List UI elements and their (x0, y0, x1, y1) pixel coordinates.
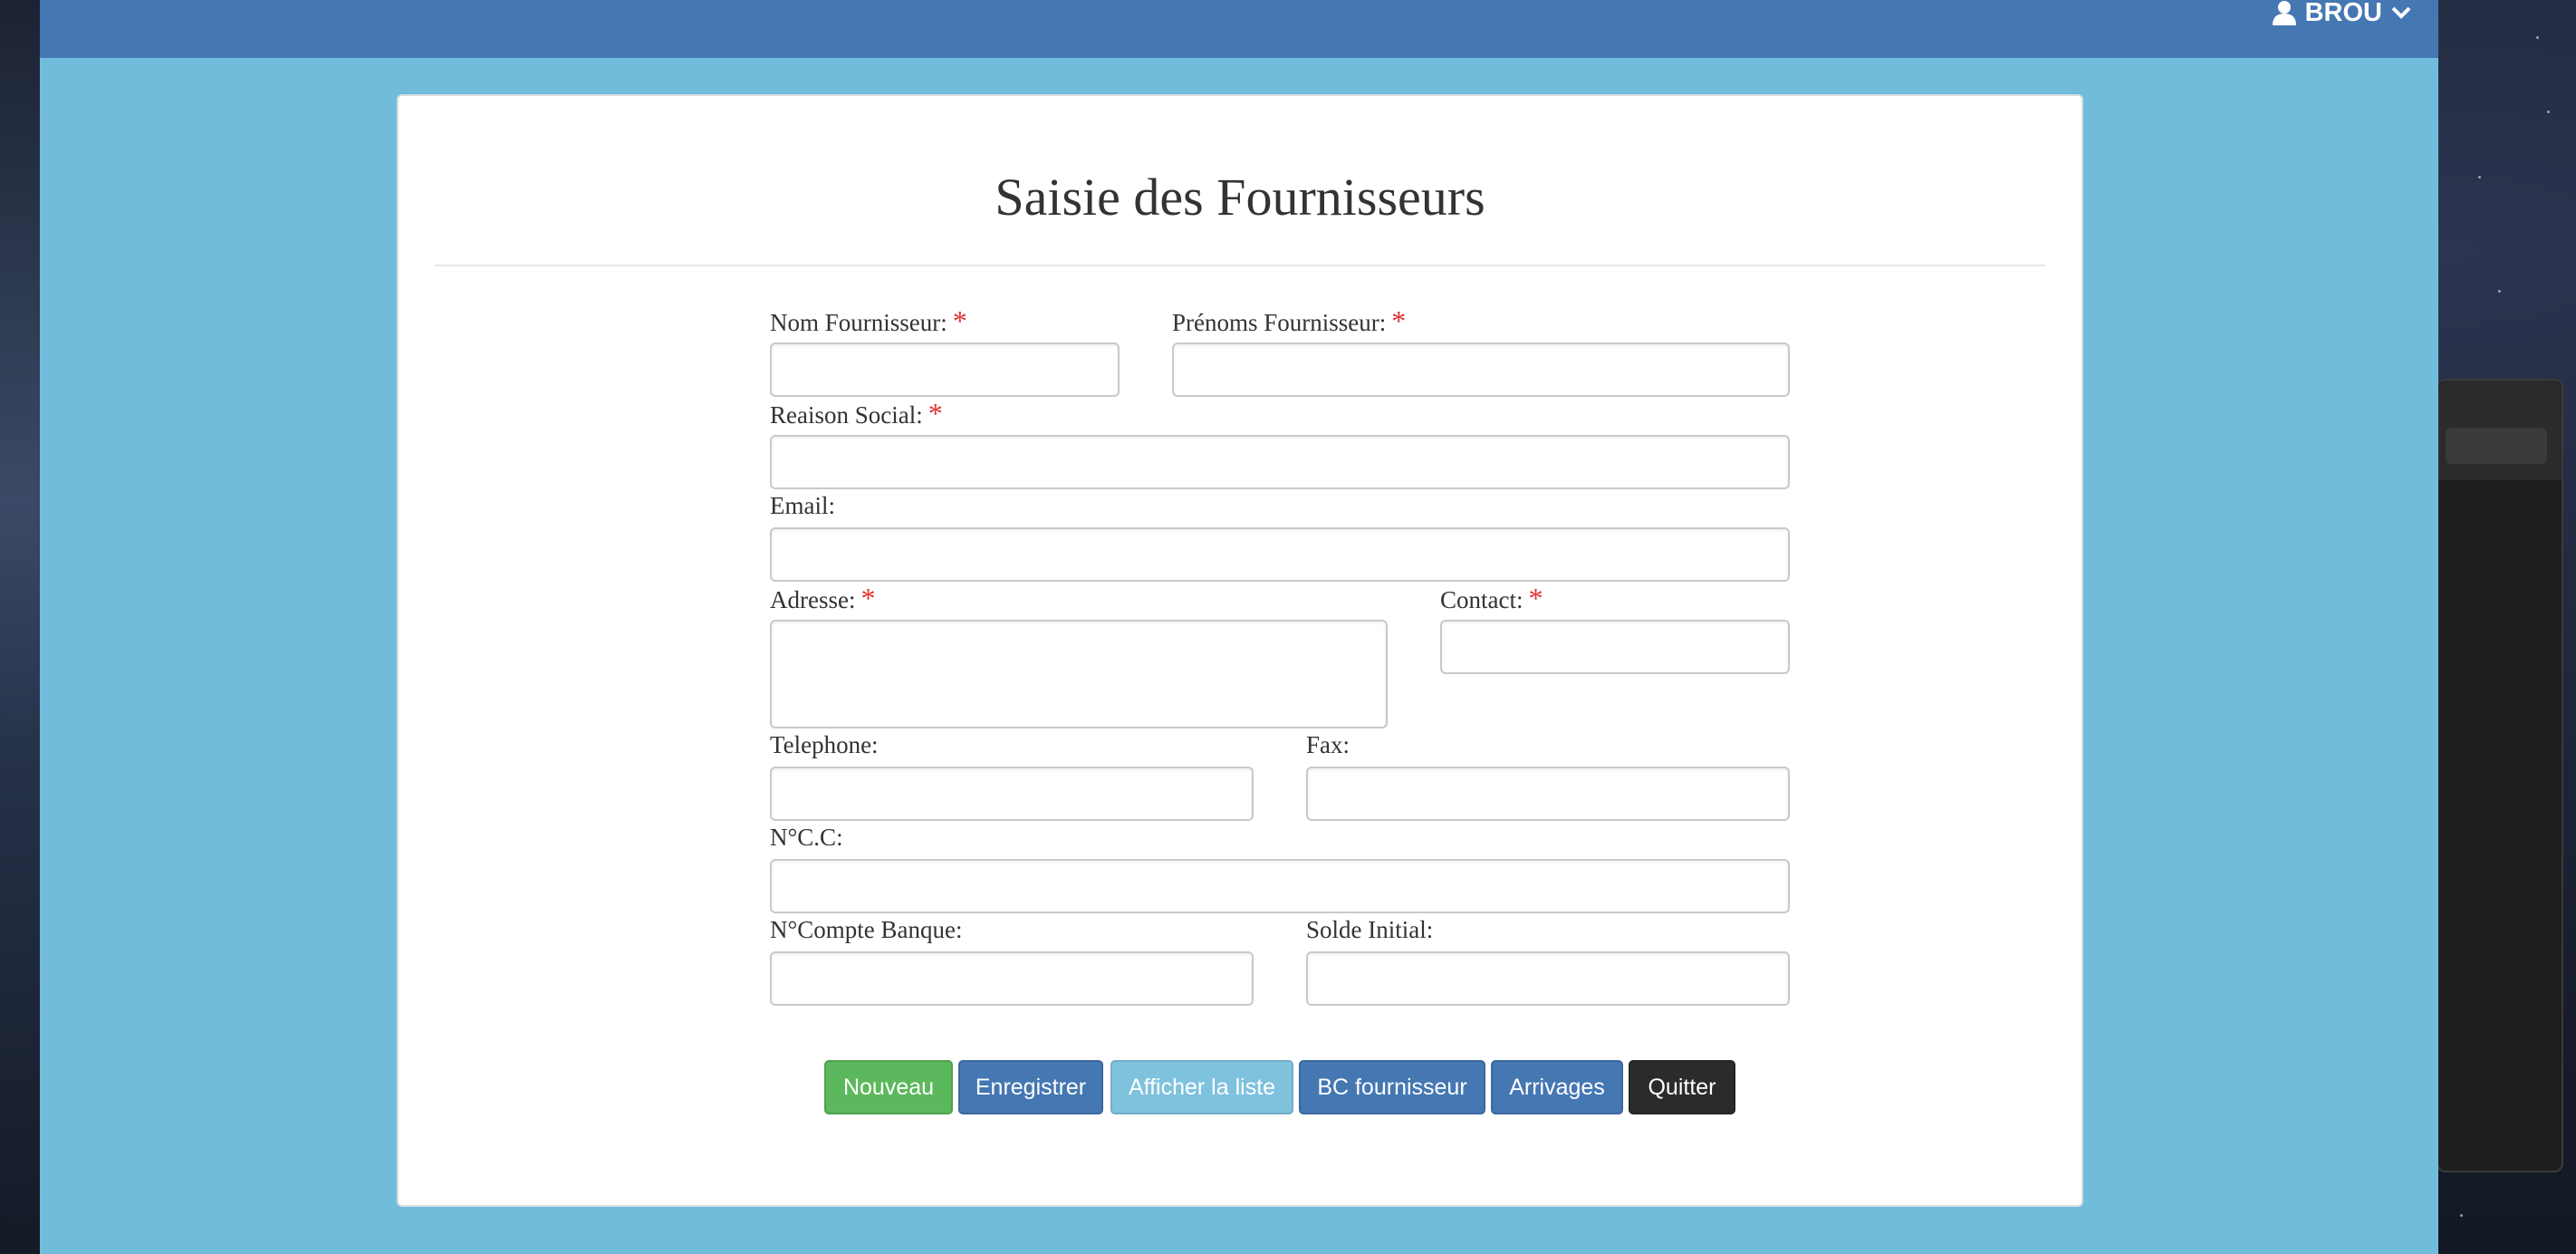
desktop-star (2498, 290, 2501, 293)
adresse-textarea[interactable] (770, 620, 1388, 728)
email-input[interactable] (770, 527, 1790, 582)
enregistrer-button[interactable]: Enregistrer (958, 1060, 1103, 1114)
ncc-input[interactable] (770, 859, 1790, 913)
afficher-liste-button[interactable]: Afficher la liste (1110, 1060, 1293, 1114)
action-buttons: Nouveau Enregistrer Afficher la liste BC… (399, 1060, 2081, 1114)
desktop-star (2547, 111, 2550, 113)
fax-input[interactable] (1306, 767, 1790, 821)
contact-label: Contact: * (1440, 582, 1543, 614)
compte-banque-label: N°Compte Banque: (770, 916, 963, 943)
desktop-star (2536, 36, 2539, 39)
title-divider (435, 265, 2045, 266)
background-window-field (2446, 428, 2547, 464)
prenoms-fournisseur-label: Prénoms Fournisseur: * (1172, 304, 1407, 337)
adresse-label: Adresse: * (770, 582, 876, 614)
fax-label: Fax: (1306, 731, 1350, 758)
required-marker: * (952, 304, 967, 337)
desktop-star (2460, 1214, 2463, 1217)
solde-initial-input[interactable] (1306, 951, 1790, 1006)
required-marker: * (860, 582, 876, 614)
user-name: BROU (2304, 0, 2382, 27)
email-label: Email: (770, 492, 835, 519)
background-window[interactable] (2437, 379, 2563, 1172)
prenoms-fournisseur-input[interactable] (1172, 342, 1790, 397)
solde-initial-label: Solde Initial: (1306, 916, 1434, 943)
supplier-form-panel: Saisie des Fournisseurs Nom Fournisseur:… (397, 94, 2083, 1207)
telephone-input[interactable] (770, 767, 1254, 821)
required-marker: * (1528, 582, 1543, 614)
browser-app: BROU Saisie des Fournisseurs Nom Fournis… (40, 0, 2438, 1254)
required-marker: * (928, 397, 943, 429)
compte-banque-input[interactable] (770, 951, 1254, 1006)
desktop-star (2478, 176, 2481, 178)
nom-fournisseur-label: Nom Fournisseur: * (770, 304, 967, 337)
raison-social-input[interactable] (770, 435, 1790, 489)
top-navbar: BROU (40, 0, 2438, 58)
bc-fournisseur-button[interactable]: BC fournisseur (1299, 1060, 1485, 1114)
contact-input[interactable] (1440, 620, 1790, 674)
chevron-down-icon (2391, 5, 2411, 20)
quitter-button[interactable]: Quitter (1629, 1060, 1735, 1114)
desktop-edge (0, 0, 40, 1254)
required-marker: * (1391, 304, 1407, 337)
telephone-label: Telephone: (770, 731, 879, 758)
nom-fournisseur-input[interactable] (770, 342, 1120, 397)
raison-social-label: Reaison Social: * (770, 397, 943, 429)
user-icon (2272, 0, 2296, 25)
page-title: Saisie des Fournisseurs (995, 168, 1485, 227)
ncc-label: N°C.C: (770, 824, 843, 851)
nouveau-button[interactable]: Nouveau (824, 1060, 953, 1114)
arrivages-button[interactable]: Arrivages (1491, 1060, 1623, 1114)
user-menu[interactable]: BROU (2272, 0, 2411, 31)
